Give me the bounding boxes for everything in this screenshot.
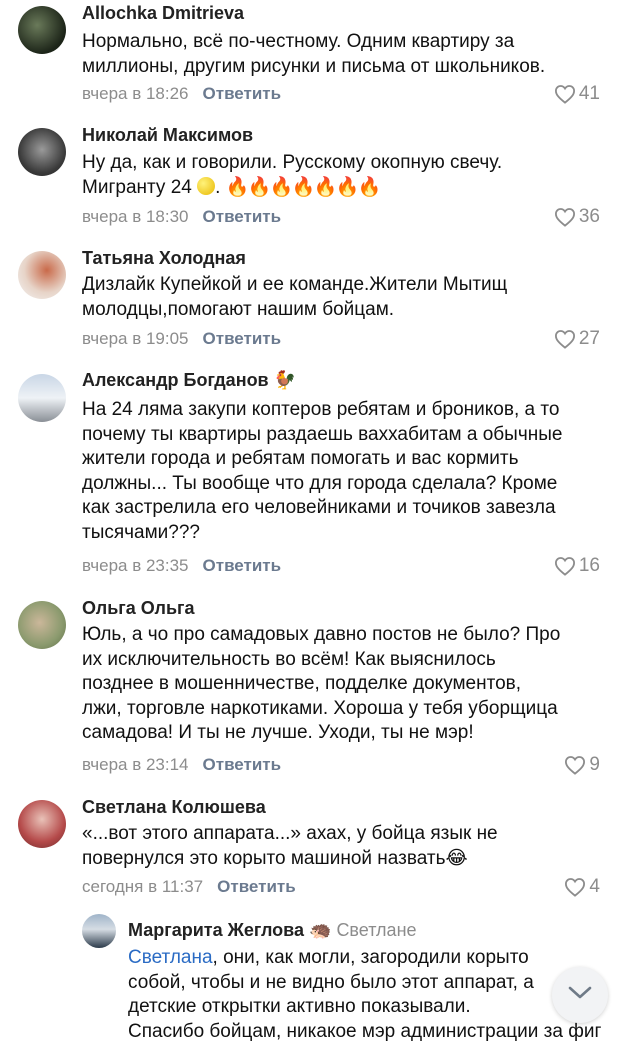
like-button[interactable]: 4: [564, 876, 600, 898]
reply-button[interactable]: Ответить: [217, 877, 296, 896]
comment-time: сегодня в 11:37: [82, 877, 204, 896]
comment-time: вчера в 18:30: [82, 207, 189, 226]
like-button[interactable]: 9: [564, 754, 600, 776]
like-button[interactable]: 36: [554, 206, 600, 228]
heart-outline-icon: [554, 329, 576, 349]
heart-outline-icon: [564, 877, 586, 897]
reply-button[interactable]: Ответить: [203, 755, 282, 774]
comment-meta: вчера в 18:26 Ответить: [82, 84, 281, 104]
avatar[interactable]: [18, 6, 66, 54]
like-count: 9: [589, 754, 600, 775]
reply-author[interactable]: Маргарита Жеглова 🦔 Светлане: [128, 920, 417, 941]
heart-outline-icon: [554, 207, 576, 227]
comment-meta: вчера в 18:30 Ответить: [82, 207, 281, 227]
fire-icon: 🔥: [357, 176, 382, 198]
comment-text: Ну да, как и говорили. Русскому окопную …: [82, 151, 602, 200]
fire-icon: 🔥: [335, 176, 360, 198]
fire-emoji-row: 🔥🔥🔥🔥🔥🔥🔥: [225, 176, 382, 198]
like-count: 36: [578, 206, 600, 227]
fire-icon: 🔥: [247, 176, 272, 198]
avatar[interactable]: [18, 128, 66, 176]
comment-author[interactable]: Татьяна Холодная: [82, 248, 246, 269]
comment-text: Дизлайк Купейкой и ее команде.Жители Мыт…: [82, 274, 508, 320]
reply-button[interactable]: Ответить: [203, 556, 282, 575]
heart-outline-icon: [554, 84, 576, 104]
reply-button[interactable]: Ответить: [203, 329, 282, 348]
like-count: 4: [589, 876, 600, 897]
fire-icon: 🔥: [291, 176, 316, 198]
like-count: 16: [578, 555, 600, 576]
hedgehog-icon: 🦔: [309, 920, 332, 940]
comment-time: вчера в 23:35: [82, 556, 189, 575]
heart-outline-icon: [564, 755, 586, 775]
scroll-down-button[interactable]: [552, 967, 608, 1023]
avatar[interactable]: [18, 800, 66, 848]
reply-text: Светлана, они, как могли, загородили кор…: [128, 947, 602, 1042]
comment-author[interactable]: Александр Богданов 🐓: [82, 370, 296, 391]
comment-text: Юль, а чо про самадовых давно постов не …: [82, 624, 561, 743]
reply-to-label: Светлане: [336, 920, 417, 940]
fire-icon: 🔥: [269, 176, 294, 198]
comment-meta: вчера в 19:05 Ответить: [82, 329, 281, 349]
comment-text: «...вот этого аппарата...» ахах, у бойца…: [82, 823, 498, 869]
avatar[interactable]: [18, 374, 66, 422]
comment-meta: вчера в 23:35 Ответить: [82, 556, 281, 576]
comment-author[interactable]: Светлана Колюшева: [82, 797, 266, 818]
chevron-down-icon: [567, 985, 593, 1006]
fire-icon: 🔥: [225, 176, 250, 198]
comment-time: вчера в 19:05: [82, 329, 189, 348]
like-count: 27: [578, 328, 600, 349]
like-button[interactable]: 16: [554, 555, 600, 577]
comment-author[interactable]: Allochka Dmitrieva: [82, 3, 244, 24]
avatar[interactable]: [18, 601, 66, 649]
comment-author[interactable]: Николай Максимов: [82, 125, 253, 146]
like-count: 41: [578, 83, 600, 104]
like-button[interactable]: 41: [554, 83, 600, 105]
comment-meta: сегодня в 11:37 Ответить: [82, 877, 296, 897]
lemon-icon: [197, 176, 216, 195]
comment-text: На 24 ляма закупи коптеров ребятам и бро…: [82, 399, 563, 543]
comment-time: вчера в 18:26: [82, 84, 189, 103]
reply-button[interactable]: Ответить: [203, 84, 282, 103]
avatar[interactable]: [18, 251, 66, 299]
laughing-emoji-icon: 😂: [445, 847, 468, 869]
reply-button[interactable]: Ответить: [203, 207, 282, 226]
avatar[interactable]: [82, 914, 116, 948]
mention-link[interactable]: Светлана: [128, 947, 213, 968]
rooster-icon: 🐓: [273, 370, 297, 390]
comment-time: вчера в 23:14: [82, 755, 189, 774]
fire-icon: 🔥: [313, 176, 338, 198]
like-button[interactable]: 27: [554, 328, 600, 350]
heart-outline-icon: [554, 556, 576, 576]
comment-author[interactable]: Ольга Ольга: [82, 598, 195, 619]
comment-meta: вчера в 23:14 Ответить: [82, 755, 281, 775]
comment-text: Нормально, всё по-честному. Одним кварти…: [82, 31, 546, 77]
